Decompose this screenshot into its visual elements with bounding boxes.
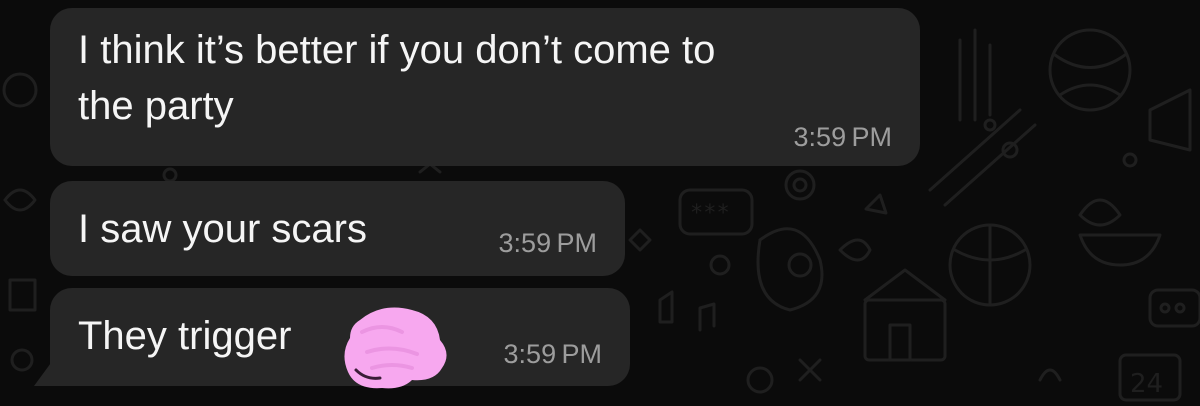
message-text: They trigger [78,314,292,358]
svg-text:***: *** [690,201,730,226]
message-text: I think it’s better if you don’t come to… [78,22,715,134]
message-timestamp: 3:59 PM [498,228,597,258]
message-timestamp: 3:59 PM [793,122,892,152]
message-text-line-2: the party [78,84,234,128]
message-bubble-3[interactable]: They trigger 3:59 PM [50,288,630,386]
message-timestamp: 3:59 PM [503,339,602,369]
pink-redaction-scribble [344,307,447,389]
message-text: I saw your scars [78,207,367,251]
message-bubble-1[interactable]: I think it’s better if you don’t come to… [50,8,920,166]
message-text-line-1: I think it’s better if you don’t come to [78,28,716,72]
svg-text:24: 24 [1130,369,1163,399]
message-bubble-2[interactable]: I saw your scars 3:59 PM [50,181,625,276]
